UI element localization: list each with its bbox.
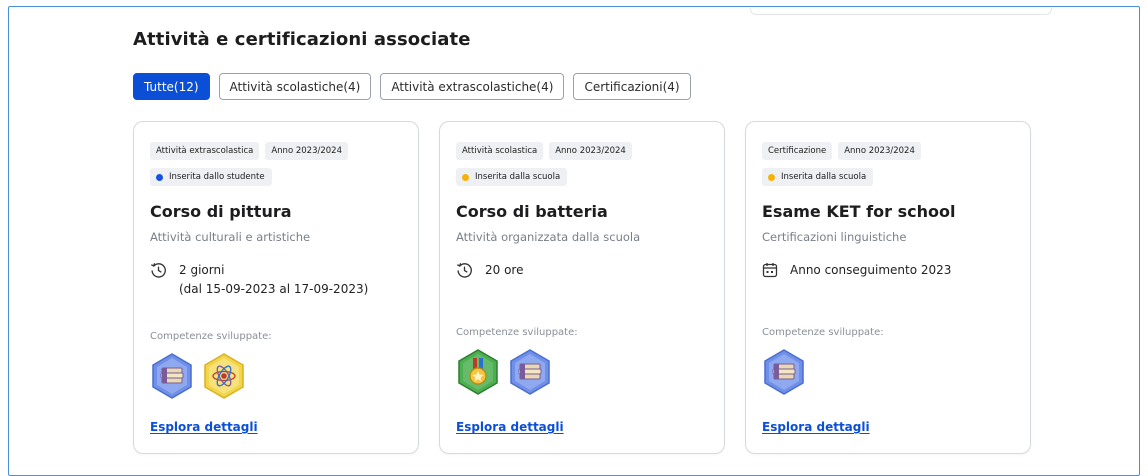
activity-card: Attività scolastica Anno 2023/2024 Inser… [439, 121, 725, 454]
type-chip: Attività scolastica [456, 142, 544, 160]
card-subtitle: Attività culturali e artistiche [150, 230, 311, 244]
card-subtitle: Attività organizzata dalla scuola [456, 230, 641, 244]
duration-info: 2 giorni (dal 15-09-2023 al 17-09-2023) [150, 261, 404, 299]
skills-label: Competenze sviluppate: [456, 327, 578, 338]
origin-label: Inserita dalla scuola [475, 172, 561, 182]
duration-text: 2 giorni [179, 263, 225, 277]
duration-text: 20 ore [485, 263, 524, 277]
filter-tabs: Tutte(12) Attività scolastiche(4) Attivi… [133, 73, 691, 100]
year-chip: Anno 2023/2024 [549, 142, 632, 160]
tab-school-activities[interactable]: Attività scolastiche(4) [218, 73, 372, 100]
type-chip: Certificazione [762, 142, 833, 160]
year-chip: Anno 2023/2024 [265, 142, 348, 160]
tab-certifications[interactable]: Certificazioni(4) [573, 73, 691, 100]
tab-all[interactable]: Tutte(12) [133, 73, 210, 100]
top-container-edge [750, 8, 1052, 15]
origin-badge: Inserita dallo studente [150, 168, 272, 186]
section-title: Attività e certificazioni associate [133, 29, 471, 50]
atom-badge-icon[interactable] [202, 352, 246, 400]
school-dot-icon [768, 173, 775, 181]
date-range-text: (dal 15-09-2023 al 17-09-2023) [179, 282, 369, 296]
origin-badge: Inserita dalla scuola [456, 168, 568, 186]
book-stack-badge-icon[interactable] [762, 348, 806, 396]
skills-label: Competenze sviluppate: [762, 327, 884, 338]
student-dot-icon [156, 173, 163, 181]
origin-badge: Inserita dalla scuola [762, 168, 874, 186]
achievement-year-text: Anno conseguimento 2023 [790, 263, 952, 277]
book-stack-badge-icon[interactable] [508, 348, 552, 396]
card-title: Corso di batteria [456, 202, 608, 221]
card-subtitle: Certificazioni linguistiche [762, 230, 907, 244]
explore-details-link[interactable]: Esplora dettagli [762, 420, 870, 434]
clock-icon [457, 263, 472, 278]
card-title: Esame KET for school [762, 202, 956, 221]
skills-badges [456, 348, 552, 396]
type-chip: Attività extrascolastica [150, 142, 260, 160]
explore-details-link[interactable]: Esplora dettagli [150, 420, 258, 434]
origin-label: Inserita dallo studente [169, 172, 265, 182]
skills-badges [150, 352, 246, 400]
achievement-info: Anno conseguimento 2023 [762, 261, 1016, 280]
card-title: Corso di pittura [150, 202, 292, 221]
duration-info: 20 ore [456, 261, 710, 280]
school-dot-icon [462, 173, 469, 181]
book-stack-badge-icon[interactable] [150, 352, 194, 400]
tab-extracurricular-activities[interactable]: Attività extrascolastiche(4) [380, 73, 565, 100]
calendar-icon [762, 263, 778, 278]
year-chip: Anno 2023/2024 [838, 142, 921, 160]
skills-badges [762, 348, 806, 396]
medal-badge-icon[interactable] [456, 348, 500, 396]
clock-icon [151, 263, 166, 278]
explore-details-link[interactable]: Esplora dettagli [456, 420, 564, 434]
origin-label: Inserita dalla scuola [781, 172, 867, 182]
activity-card: Attività extrascolastica Anno 2023/2024 … [133, 121, 419, 454]
skills-label: Competenze sviluppate: [150, 331, 272, 342]
activity-card: Certificazione Anno 2023/2024 Inserita d… [745, 121, 1031, 454]
